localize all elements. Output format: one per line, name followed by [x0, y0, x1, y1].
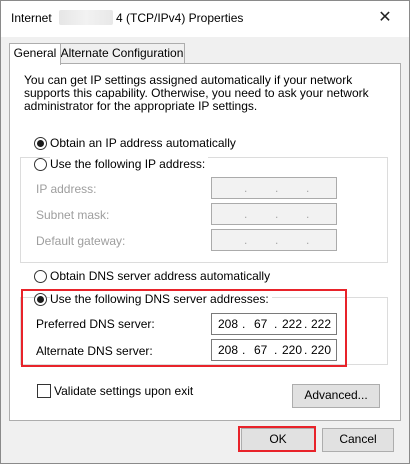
cancel-button[interactable]: Cancel	[322, 428, 394, 452]
alternate-octet-4: 220	[311, 343, 332, 357]
alternate-octet-1: 208	[218, 343, 239, 357]
preferred-octet-3: 222	[282, 317, 303, 331]
radio-obtain-dns-auto[interactable]	[34, 270, 47, 283]
radio-obtain-ip-auto[interactable]	[34, 137, 47, 150]
preferred-dns-input[interactable]: 208 . 67 . 222 . 222	[211, 313, 337, 335]
default-gateway-label: Default gateway:	[36, 234, 126, 248]
window-title-suffix: 4 (TCP/IPv4) Properties	[116, 11, 244, 25]
ip-address-label: IP address:	[36, 182, 97, 196]
default-gateway-input: ...	[211, 229, 337, 251]
radio-use-following-ip[interactable]	[34, 158, 47, 171]
obtain-dns-auto-label[interactable]: Obtain DNS server address automatically	[50, 269, 270, 283]
validate-checkbox[interactable]	[37, 384, 51, 398]
alternate-octet-3: 220	[282, 343, 303, 357]
preferred-octet-1: 208	[218, 317, 239, 331]
use-following-ip-label[interactable]: Use the following IP address:	[50, 157, 209, 171]
radio-selected-dot	[37, 140, 44, 147]
use-following-dns-label[interactable]: Use the following DNS server addresses:	[50, 292, 272, 306]
preferred-octet-4: 222	[311, 317, 332, 331]
radio-selected-dot	[37, 296, 44, 303]
validate-label[interactable]: Validate settings upon exit	[54, 384, 193, 398]
ok-button[interactable]: OK	[241, 428, 315, 452]
advanced-button[interactable]: Advanced...	[292, 384, 380, 408]
radio-use-following-dns[interactable]	[34, 293, 47, 306]
subnet-mask-label: Subnet mask:	[36, 208, 110, 222]
redacted-adapter-name	[59, 10, 113, 25]
alternate-octet-2: 67	[254, 343, 268, 357]
subnet-mask-input: ...	[211, 203, 337, 225]
general-panel: You can get IP settings assigned automat…	[9, 63, 401, 421]
alternate-dns-input[interactable]: 208 . 67 . 220 . 220	[211, 339, 337, 361]
properties-window: Internet 4 (TCP/IPv4) Properties ✕ Gener…	[0, 0, 410, 464]
obtain-ip-auto-label[interactable]: Obtain an IP address automatically	[50, 136, 239, 150]
ip-address-input: ...	[211, 177, 337, 199]
tab-general[interactable]: General	[9, 43, 61, 65]
window-title: Internet	[11, 11, 52, 25]
preferred-dns-label: Preferred DNS server:	[36, 317, 155, 331]
alternate-dns-label: Alternate DNS server:	[36, 344, 153, 358]
tab-alternate-configuration[interactable]: Alternate Configuration	[59, 43, 185, 64]
title-bar: Internet 4 (TCP/IPv4) Properties ✕	[1, 1, 409, 37]
preferred-octet-2: 67	[254, 317, 268, 331]
close-icon[interactable]: ✕	[371, 7, 399, 29]
description-text: You can get IP settings assigned automat…	[24, 73, 369, 113]
